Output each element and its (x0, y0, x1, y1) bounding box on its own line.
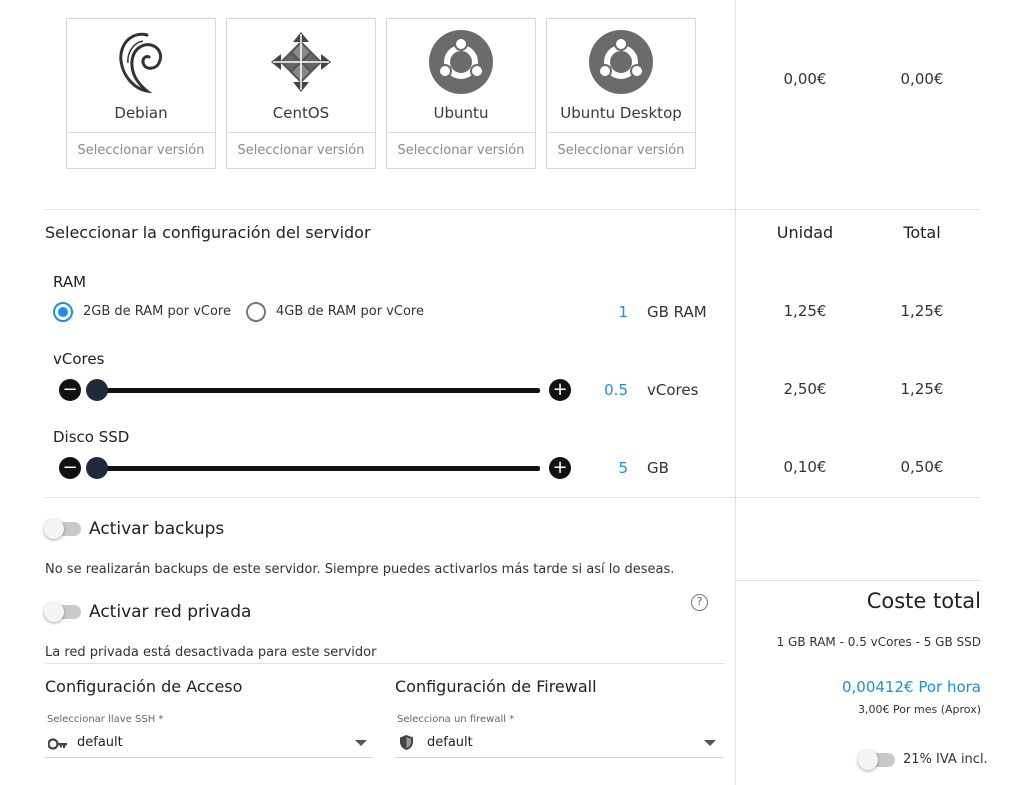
backups-toggle[interactable] (44, 519, 81, 539)
key-icon (47, 736, 68, 755)
help-icon[interactable]: ? (691, 594, 708, 611)
ubuntu-icon (547, 29, 695, 95)
disk-unit: GB (647, 459, 669, 477)
os-card-ubuntu-desktop[interactable]: Ubuntu Desktop Seleccionar versión (546, 18, 696, 169)
access-title: Configuración de Acceso (45, 677, 243, 696)
ram-label: RAM (53, 273, 87, 291)
os-name: CentOS (272, 104, 330, 122)
firewall-title: Configuración de Firewall (395, 677, 597, 696)
total-summary: 1 GB RAM - 0.5 vCores - 5 GB SSD (776, 635, 981, 649)
os-price-unit: 0,00€ (783, 70, 827, 88)
os-card-ubuntu[interactable]: Ubuntu Seleccionar versión (386, 18, 536, 169)
vcores-plus-button[interactable]: + (549, 379, 571, 401)
ssh-key-select[interactable]: default (77, 735, 123, 750)
os-card-debian[interactable]: Debian Seleccionar versión (66, 18, 216, 169)
config-title: Seleccionar la configuración del servido… (45, 223, 371, 242)
divider (45, 497, 980, 498)
ram-option-4gb-label[interactable]: 4GB de RAM por vCore (276, 304, 424, 319)
version-select[interactable]: Seleccionar versión (547, 132, 695, 168)
disk-minus-button[interactable]: − (59, 457, 81, 479)
monthly-price: 3,00€ Por mes (Aprox) (858, 703, 981, 716)
column-divider (735, 0, 736, 785)
ram-price-total: 1,25€ (900, 302, 944, 320)
os-price-total: 0,00€ (900, 70, 944, 88)
private-network-note: La red privada está desactivada para est… (45, 645, 377, 660)
version-select[interactable]: Seleccionar versión (227, 132, 375, 168)
debian-icon (67, 29, 215, 95)
vcores-minus-button[interactable]: − (59, 379, 81, 401)
chevron-down-icon[interactable] (704, 740, 716, 746)
disk-plus-button[interactable]: + (549, 457, 571, 479)
firewall-select-underline (395, 757, 723, 758)
iva-toggle[interactable] (858, 750, 895, 770)
ssh-key-field-label: Seleccionar llave SSH * (47, 714, 164, 725)
ubuntu-icon (387, 29, 535, 95)
ram-price-unit: 1,25€ (783, 302, 827, 320)
os-name: Ubuntu Desktop (560, 104, 682, 122)
hourly-price: 0,00412€ Por hora (841, 678, 981, 696)
shield-icon (399, 734, 414, 755)
col-total-header: Total (903, 223, 941, 242)
centos-icon (227, 29, 375, 95)
backups-note: No se realizarán backups de este servido… (45, 562, 675, 577)
disk-slider-track[interactable] (90, 466, 540, 471)
version-select[interactable]: Seleccionar versión (67, 132, 215, 168)
divider (736, 580, 980, 581)
ram-option-4gb-radio[interactable] (246, 302, 266, 322)
firewall-select[interactable]: default (427, 735, 473, 750)
vcores-price-unit: 2,50€ (783, 380, 827, 398)
backups-label: Activar backups (89, 519, 225, 539)
os-name: Debian (114, 104, 168, 122)
disk-value: 5 (618, 459, 628, 477)
vcores-label: vCores (53, 350, 105, 368)
col-unit-header: Unidad (776, 223, 834, 242)
disk-price-unit: 0,10€ (783, 458, 827, 476)
private-network-toggle[interactable] (44, 602, 81, 622)
firewall-field-label: Selecciona un firewall * (397, 714, 515, 725)
ram-unit: GB RAM (647, 303, 707, 321)
ssh-key-select-underline (45, 757, 373, 758)
divider (45, 209, 980, 210)
divider (45, 663, 725, 664)
vcores-price-total: 1,25€ (900, 380, 944, 398)
os-name: Ubuntu (433, 104, 489, 122)
private-network-label: Activar red privada (89, 602, 252, 622)
ram-value: 1 (618, 303, 628, 321)
total-cost-title: Coste total (866, 589, 981, 613)
vcores-slider-handle[interactable] (86, 379, 108, 401)
chevron-down-icon[interactable] (355, 740, 367, 746)
os-card-centos[interactable]: CentOS Seleccionar versión (226, 18, 376, 169)
disk-price-total: 0,50€ (900, 458, 944, 476)
ram-option-2gb-label[interactable]: 2GB de RAM por vCore (83, 304, 231, 319)
iva-label: 21% IVA incl. (903, 752, 988, 767)
ram-option-2gb-radio[interactable] (53, 302, 73, 322)
disk-label: Disco SSD (53, 428, 130, 446)
vcores-value: 0.5 (604, 381, 628, 399)
disk-slider-handle[interactable] (86, 457, 108, 479)
vcores-unit: vCores (647, 381, 699, 399)
vcores-slider-track[interactable] (90, 388, 540, 393)
version-select[interactable]: Seleccionar versión (387, 132, 535, 168)
